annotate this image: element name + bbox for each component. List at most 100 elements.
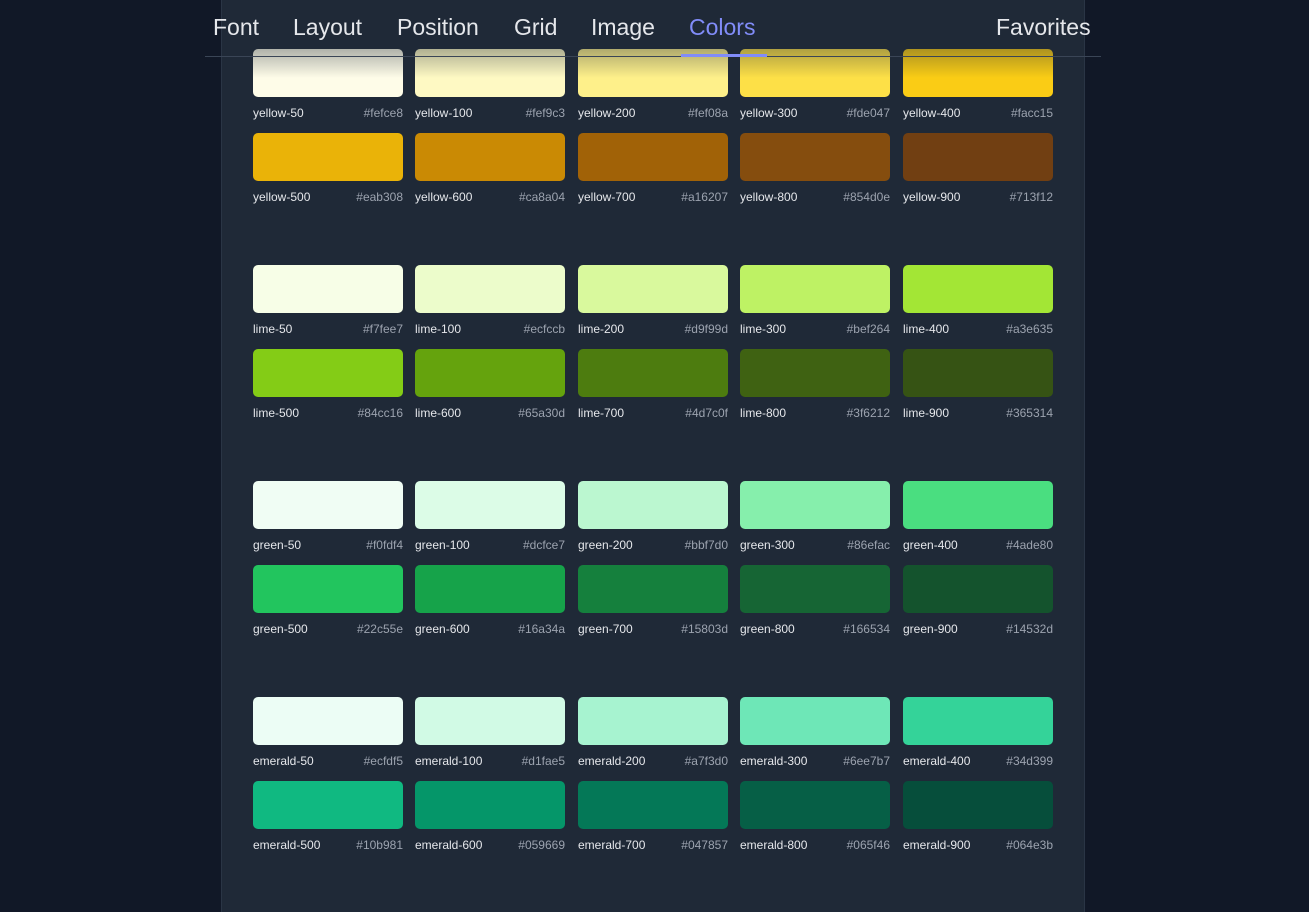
swatch-name: yellow-100 [415,106,473,120]
color-swatch[interactable]: lime-700 #4d7c0f [578,349,728,420]
swatch-hex: #064e3b [1006,838,1053,852]
tab-grid[interactable]: Grid [514,12,557,42]
swatch-hex: #047857 [681,838,728,852]
color-chip[interactable] [253,565,403,613]
color-chip[interactable] [415,781,565,829]
color-swatch[interactable]: lime-500 #84cc16 [253,349,403,420]
swatch-name: lime-700 [578,406,625,420]
color-chip[interactable] [903,481,1053,529]
color-swatch[interactable]: yellow-200 #fef08a [578,49,728,120]
color-swatch[interactable]: emerald-50 #ecfdf5 [253,697,403,768]
swatch-name: lime-300 [740,322,787,336]
color-chip[interactable] [253,481,403,529]
color-swatch[interactable]: green-400 #4ade80 [903,481,1053,552]
color-chip[interactable] [578,697,728,745]
color-swatch[interactable]: yellow-600 #ca8a04 [415,133,565,204]
color-chip[interactable] [415,481,565,529]
color-chip[interactable] [903,133,1053,181]
swatch-hex: #15803d [681,622,728,636]
color-swatch[interactable]: yellow-800 #854d0e [740,133,890,204]
color-swatch[interactable]: green-600 #16a34a [415,565,565,636]
color-chip[interactable] [415,565,565,613]
color-swatch[interactable]: yellow-100 #fef9c3 [415,49,565,120]
color-swatch[interactable]: emerald-100 #d1fae5 [415,697,565,768]
color-swatch[interactable]: emerald-800 #065f46 [740,781,890,852]
color-chip[interactable] [415,133,565,181]
color-swatch[interactable]: lime-400 #a3e635 [903,265,1053,336]
color-chip[interactable] [415,349,565,397]
color-chip[interactable] [578,133,728,181]
color-chip[interactable] [253,265,403,313]
color-chip[interactable] [253,349,403,397]
swatch-hex: #bbf7d0 [684,538,728,552]
color-chip[interactable] [740,481,890,529]
color-chip[interactable] [740,565,890,613]
tab-position[interactable]: Position [397,12,479,42]
color-swatch[interactable]: yellow-400 #facc15 [903,49,1053,120]
color-swatch[interactable]: green-300 #86efac [740,481,890,552]
tab-image[interactable]: Image [591,12,655,42]
color-swatch[interactable]: green-200 #bbf7d0 [578,481,728,552]
color-chip[interactable] [578,565,728,613]
color-chip[interactable] [903,781,1053,829]
swatch-hex: #6ee7b7 [843,754,890,768]
swatch-hex: #a3e635 [1006,322,1053,336]
tab-layout[interactable]: Layout [293,12,362,42]
color-swatch[interactable]: yellow-50 #fefce8 [253,49,403,120]
color-chip[interactable] [740,133,890,181]
color-swatch[interactable]: emerald-500 #10b981 [253,781,403,852]
color-chip[interactable] [253,697,403,745]
color-swatch[interactable]: yellow-300 #fde047 [740,49,890,120]
swatch-hex: #3f6212 [846,406,890,420]
color-chip[interactable] [578,781,728,829]
palette-row: green-500 #22c55e green-600 #16a34a green-… [253,565,1053,636]
color-swatch[interactable]: emerald-300 #6ee7b7 [740,697,890,768]
color-swatch[interactable]: lime-900 #365314 [903,349,1053,420]
color-swatch[interactable]: green-900 #14532d [903,565,1053,636]
favorites-link[interactable]: Favorites [996,12,1091,42]
color-chip[interactable] [903,565,1053,613]
color-swatch[interactable]: emerald-400 #34d399 [903,697,1053,768]
color-swatch[interactable]: emerald-600 #059669 [415,781,565,852]
color-swatch[interactable]: lime-800 #3f6212 [740,349,890,420]
color-chip[interactable] [740,265,890,313]
swatch-name: lime-100 [415,322,462,336]
palette-row: yellow-500 #eab308 yellow-600 #ca8a04 yell… [253,133,1053,204]
color-swatch[interactable]: lime-50 #f7fee7 [253,265,403,336]
color-swatch[interactable]: green-800 #166534 [740,565,890,636]
swatch-name: lime-200 [578,322,625,336]
color-swatch[interactable]: emerald-900 #064e3b [903,781,1053,852]
color-swatch[interactable]: lime-100 #ecfccb [415,265,565,336]
swatch-hex: #14532d [1006,622,1053,636]
color-chip[interactable] [903,265,1053,313]
color-swatch[interactable]: yellow-500 #eab308 [253,133,403,204]
color-chip[interactable] [253,781,403,829]
color-swatch[interactable]: lime-300 #bef264 [740,265,890,336]
color-swatch[interactable]: green-500 #22c55e [253,565,403,636]
color-swatch[interactable]: yellow-700 #a16207 [578,133,728,204]
color-swatch[interactable]: green-100 #dcfce7 [415,481,565,552]
color-chip[interactable] [740,349,890,397]
swatch-name: emerald-800 [740,838,808,852]
color-chip[interactable] [578,265,728,313]
color-swatch[interactable]: green-700 #15803d [578,565,728,636]
color-swatch[interactable]: yellow-900 #713f12 [903,133,1053,204]
color-chip[interactable] [740,781,890,829]
tab-font[interactable]: Font [213,12,259,42]
color-chip[interactable] [740,697,890,745]
color-chip[interactable] [415,697,565,745]
color-chip[interactable] [903,349,1053,397]
swatch-name: emerald-50 [253,754,314,768]
color-chip[interactable] [903,697,1053,745]
color-swatch[interactable]: green-50 #f0fdf4 [253,481,403,552]
swatch-name: yellow-50 [253,106,304,120]
color-swatch[interactable]: emerald-200 #a7f3d0 [578,697,728,768]
color-chip[interactable] [415,265,565,313]
color-swatch[interactable]: emerald-700 #047857 [578,781,728,852]
tab-colors[interactable]: Colors [689,12,755,42]
color-chip[interactable] [253,133,403,181]
color-chip[interactable] [578,349,728,397]
color-swatch[interactable]: lime-600 #65a30d [415,349,565,420]
color-chip[interactable] [578,481,728,529]
color-swatch[interactable]: lime-200 #d9f99d [578,265,728,336]
